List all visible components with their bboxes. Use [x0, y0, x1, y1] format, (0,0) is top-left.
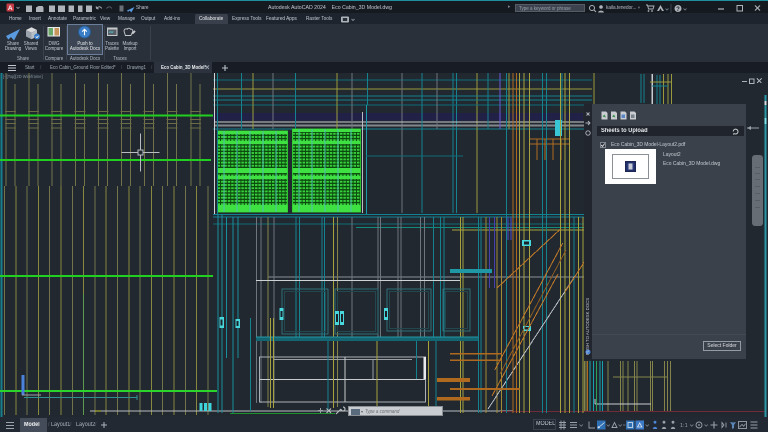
svg-text:1:1: 1:1 — [680, 423, 688, 429]
svg-text:A: A — [8, 5, 13, 12]
